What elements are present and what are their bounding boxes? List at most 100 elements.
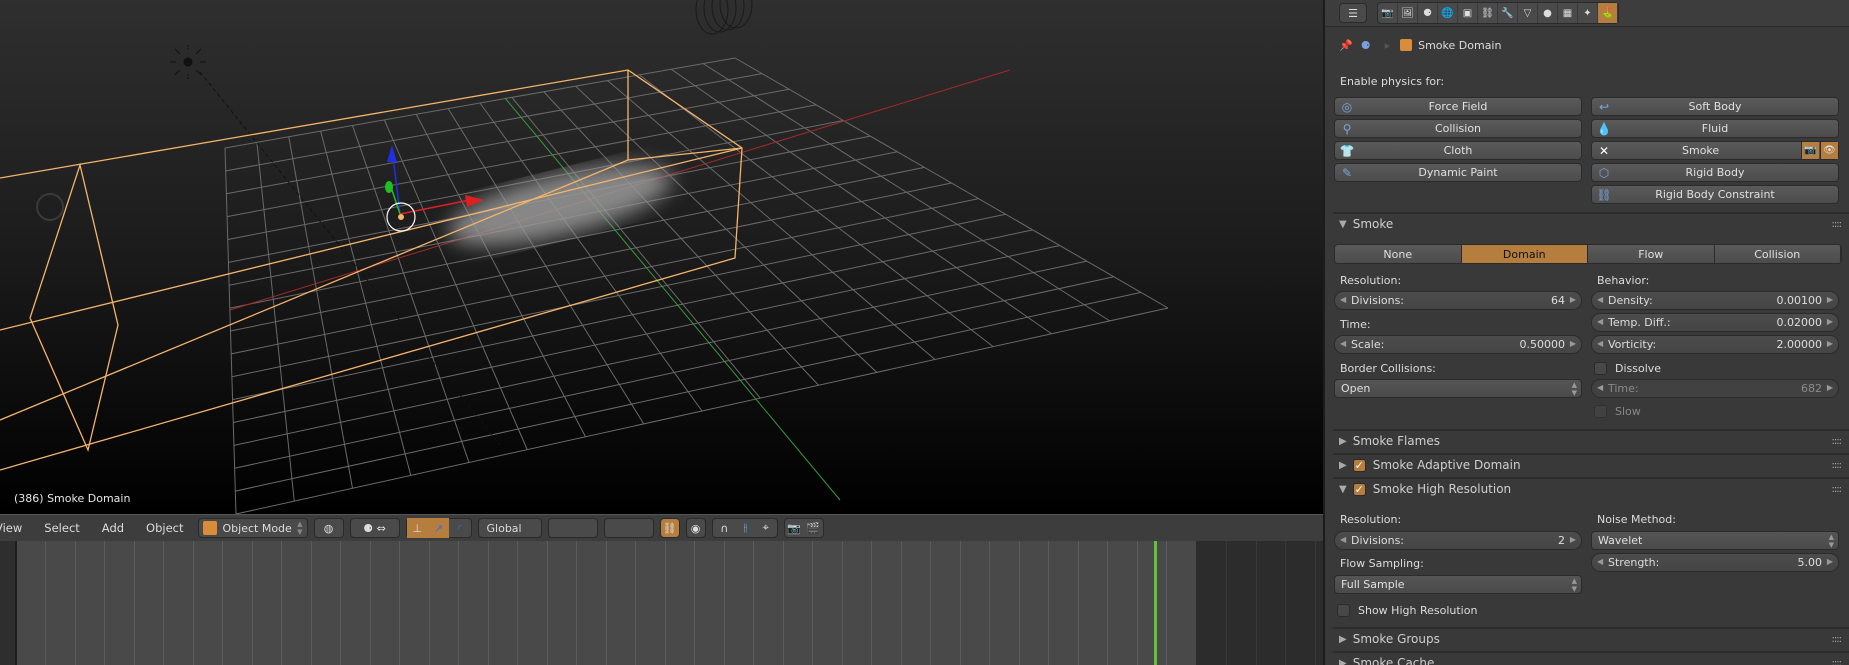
menu-view[interactable]: View bbox=[0, 521, 22, 535]
temp-diff-field[interactable]: ◀ Temp. Diff.: 0.02000 ▶ bbox=[1591, 313, 1839, 332]
scale-field[interactable]: ◀ Scale: 0.50000 ▶ bbox=[1334, 335, 1582, 354]
border-collisions-select[interactable]: Open ▲ ▼ bbox=[1334, 379, 1582, 398]
tab-scene[interactable]: ⚈ bbox=[1418, 3, 1438, 23]
flow-sampling-select[interactable]: Full Sample ▲ ▼ bbox=[1334, 575, 1582, 594]
tab-world[interactable]: 🌐 bbox=[1438, 3, 1458, 23]
smoke-cache-panel-header[interactable]: ▶ Smoke Cache :::: bbox=[1333, 651, 1849, 665]
dissolve-checkbox[interactable] bbox=[1594, 362, 1607, 375]
tab-render[interactable]: 📷 bbox=[1378, 3, 1398, 23]
tab-data[interactable]: ▽ bbox=[1518, 3, 1538, 23]
pivot-point-button[interactable]: ⚈ ⇔ bbox=[349, 518, 400, 538]
strength-field[interactable]: ◀ Strength: 5.00 ▶ bbox=[1591, 553, 1839, 572]
tab-object[interactable]: ▣ bbox=[1458, 3, 1478, 23]
decrement-icon[interactable]: ◀ bbox=[1340, 339, 1346, 348]
magnet-icon[interactable]: ∩ bbox=[720, 522, 728, 535]
collapsed-triangle-icon: ▶ bbox=[1339, 459, 1347, 471]
divisions-field[interactable]: ◀ Divisions: 64 ▶ bbox=[1334, 291, 1582, 310]
increment-icon[interactable]: ▶ bbox=[1827, 557, 1833, 566]
tab-texture[interactable]: ▦ bbox=[1558, 3, 1578, 23]
high-resolution-checkbox[interactable]: ✓ bbox=[1352, 482, 1366, 496]
smoke-adaptive-panel-header[interactable]: ▶ ✓ Smoke Adaptive Domain :::: bbox=[1333, 453, 1849, 475]
3d-viewport[interactable]: (386) Smoke Domain bbox=[0, 0, 1323, 514]
decrement-icon[interactable]: ◀ bbox=[1340, 295, 1346, 304]
smoke-groups-panel-header[interactable]: ▶ Smoke Groups :::: bbox=[1333, 627, 1849, 649]
decrement-icon[interactable]: ◀ bbox=[1340, 535, 1346, 544]
rotate-icon[interactable]: ◜ bbox=[449, 518, 470, 538]
physics-dynamic-paint-button[interactable]: ✎ Dynamic Paint bbox=[1334, 163, 1582, 182]
decrement-icon[interactable]: ◀ bbox=[1597, 295, 1603, 304]
proportional-edit-button[interactable]: ◉ bbox=[685, 518, 706, 538]
layers-group-1[interactable] bbox=[547, 518, 598, 538]
tab-particles[interactable]: ✦ bbox=[1578, 3, 1598, 23]
physics-rigid-body-constraint-button[interactable]: ⛓ Rigid Body Constraint bbox=[1591, 185, 1839, 204]
show-high-resolution-checkbox[interactable] bbox=[1337, 604, 1350, 617]
smoke-type-flow[interactable]: Flow bbox=[1588, 245, 1715, 263]
decrement-icon[interactable]: ◀ bbox=[1597, 383, 1603, 392]
vorticity-field[interactable]: ◀ Vorticity: 2.00000 ▶ bbox=[1591, 335, 1839, 354]
eye-visibility-icon[interactable]: 👁 bbox=[1820, 142, 1838, 159]
tab-material[interactable]: ● bbox=[1538, 3, 1558, 23]
smoke-highres-panel-header[interactable]: ▼ ✓ Smoke High Resolution :::: bbox=[1333, 477, 1849, 499]
render-animation-icon[interactable]: 🎬 bbox=[806, 522, 820, 535]
tab-render-layers[interactable]: 🖼 bbox=[1398, 3, 1418, 23]
increment-icon[interactable]: ▶ bbox=[1570, 339, 1576, 348]
mode-selector[interactable]: Object Mode ▲ ▼ bbox=[197, 518, 308, 538]
manipulator-group[interactable]: ⊥ ↗ ◜ bbox=[405, 518, 472, 538]
snap-group[interactable]: ∩ ⫲ ⌖ bbox=[711, 518, 778, 538]
physics-fluid-button[interactable]: 💧 Fluid bbox=[1591, 119, 1839, 138]
slow-checkbox[interactable] bbox=[1594, 405, 1607, 418]
increment-icon[interactable]: ▶ bbox=[1827, 383, 1833, 392]
snap-element-icon[interactable]: ⫲ bbox=[744, 521, 748, 535]
drag-grip-icon[interactable]: :::: bbox=[1832, 460, 1843, 471]
smoke-type-domain[interactable]: Domain bbox=[1461, 245, 1588, 263]
smoke-type-collision[interactable]: Collision bbox=[1714, 245, 1841, 263]
snap-target-icon[interactable]: ⌖ bbox=[763, 521, 769, 535]
current-frame-indicator[interactable] bbox=[1154, 541, 1157, 665]
decrement-icon[interactable]: ◀ bbox=[1597, 557, 1603, 566]
tab-modifiers[interactable]: 🔧 bbox=[1498, 3, 1518, 23]
viewport-shading-button[interactable]: ◍ bbox=[313, 518, 344, 538]
smoke-type-none[interactable]: None bbox=[1335, 245, 1462, 263]
editor-type-button[interactable]: ☰ bbox=[1339, 3, 1367, 23]
layers-group-2[interactable] bbox=[603, 518, 654, 538]
increment-icon[interactable]: ▶ bbox=[1570, 295, 1576, 304]
tab-constraints[interactable]: ⛓ bbox=[1478, 3, 1498, 23]
physics-cloth-button[interactable]: 👕 Cloth bbox=[1334, 141, 1582, 160]
camera-render-icon[interactable]: 📷 bbox=[1801, 142, 1819, 159]
drag-grip-icon[interactable]: :::: bbox=[1832, 436, 1843, 447]
decrement-icon[interactable]: ◀ bbox=[1597, 339, 1603, 348]
decrement-icon[interactable]: ◀ bbox=[1597, 317, 1603, 326]
noise-method-select[interactable]: Wavelet ▲ ▼ bbox=[1591, 531, 1839, 550]
drag-grip-icon[interactable]: :::: bbox=[1832, 484, 1843, 495]
increment-icon[interactable]: ▶ bbox=[1827, 317, 1833, 326]
physics-force-field-button[interactable]: ◎ Force Field bbox=[1334, 97, 1582, 116]
physics-collision-button[interactable]: ⚲ Collision bbox=[1334, 119, 1582, 138]
render-group[interactable]: 📷 🎬 bbox=[783, 518, 824, 538]
drag-grip-icon[interactable]: :::: bbox=[1832, 634, 1843, 645]
timeline-editor[interactable] bbox=[0, 541, 1323, 665]
increment-icon[interactable]: ▶ bbox=[1570, 535, 1576, 544]
smoke-panel-header[interactable]: ▼ Smoke :::: bbox=[1333, 212, 1849, 234]
increment-icon[interactable]: ▶ bbox=[1827, 339, 1833, 348]
smoke-flames-panel-header[interactable]: ▶ Smoke Flames :::: bbox=[1333, 429, 1849, 451]
menu-select[interactable]: Select bbox=[44, 521, 79, 535]
translate-icon[interactable]: ↗ bbox=[427, 518, 450, 538]
manipulator-toggle-icon[interactable]: ⊥ bbox=[406, 518, 428, 538]
lock-layers-button[interactable]: ⛓ bbox=[659, 518, 680, 538]
physics-soft-body-button[interactable]: ↩ Soft Body bbox=[1591, 97, 1839, 116]
opengl-render-icon[interactable]: 📷 bbox=[787, 522, 801, 535]
dissolve-time-field[interactable]: ◀ Time: 682 ▶ bbox=[1591, 379, 1839, 398]
increment-icon[interactable]: ▶ bbox=[1827, 295, 1833, 304]
physics-smoke-button[interactable]: ✕ Smoke 📷 👁 bbox=[1591, 141, 1839, 160]
orientation-selector[interactable]: Global bbox=[477, 518, 542, 538]
adaptive-domain-checkbox[interactable]: ✓ bbox=[1352, 458, 1366, 472]
drag-grip-icon[interactable]: :::: bbox=[1832, 658, 1843, 665]
physics-rigid-body-button[interactable]: ⬡ Rigid Body bbox=[1591, 163, 1839, 182]
tab-physics[interactable]: ⛳ bbox=[1598, 3, 1618, 23]
drag-grip-icon[interactable]: :::: bbox=[1832, 219, 1843, 230]
density-field[interactable]: ◀ Density: 0.00100 ▶ bbox=[1591, 291, 1839, 310]
highres-divisions-field[interactable]: ◀ Divisions: 2 ▶ bbox=[1334, 531, 1582, 550]
pin-icon[interactable]: 📌 bbox=[1339, 39, 1353, 52]
menu-add[interactable]: Add bbox=[102, 521, 124, 535]
menu-object[interactable]: Object bbox=[146, 521, 183, 535]
